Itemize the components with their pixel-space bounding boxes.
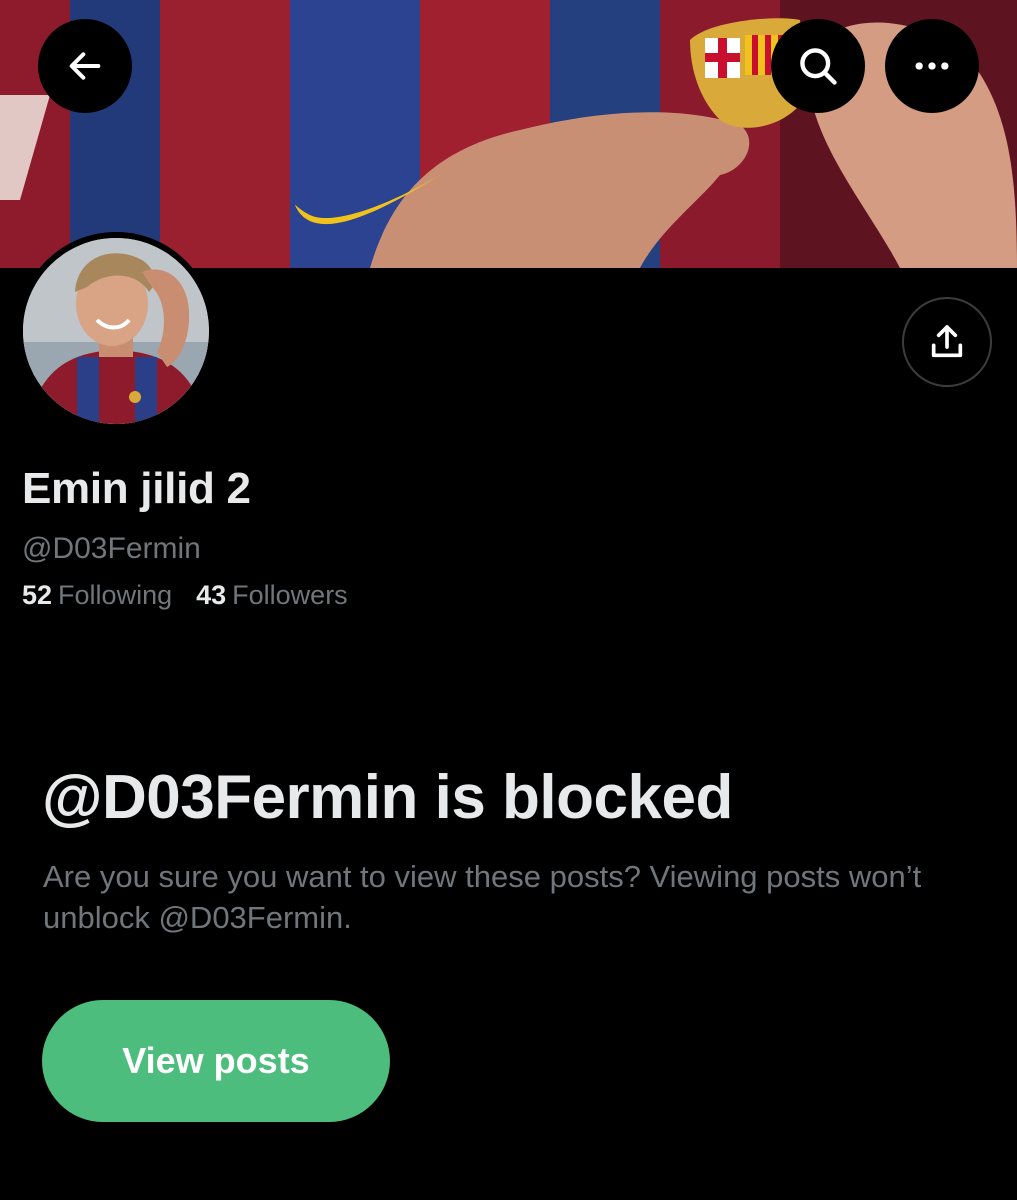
arrow-left-icon — [69, 52, 101, 80]
banner-image — [0, 0, 1017, 268]
view-posts-button[interactable]: View posts — [42, 1000, 390, 1122]
followers-label: Followers — [232, 580, 348, 610]
display-name: Emin jilid 2 — [22, 464, 251, 513]
followers-link[interactable]: 43 Followers — [196, 580, 348, 611]
share-icon — [931, 325, 963, 358]
following-link[interactable]: 52 Following — [22, 580, 172, 611]
profile-handle: @D03Fermin — [22, 532, 201, 565]
profile-banner[interactable] — [0, 0, 1017, 268]
avatar-image — [17, 232, 215, 430]
search-button[interactable] — [771, 19, 865, 113]
profile-stats: 52 Following 43 Followers — [22, 580, 348, 611]
profile-avatar[interactable] — [17, 232, 215, 430]
followers-count: 43 — [196, 580, 227, 610]
back-button[interactable] — [38, 19, 132, 113]
blocked-description: Are you sure you want to view these post… — [43, 859, 922, 935]
more-options-button[interactable] — [885, 19, 979, 113]
more-horizontal-icon — [915, 62, 949, 70]
following-label: Following — [58, 580, 173, 610]
blocked-title: @D03Fermin is blocked — [42, 763, 733, 832]
search-icon — [800, 48, 837, 85]
share-button[interactable] — [902, 297, 992, 387]
following-count: 52 — [22, 580, 53, 610]
